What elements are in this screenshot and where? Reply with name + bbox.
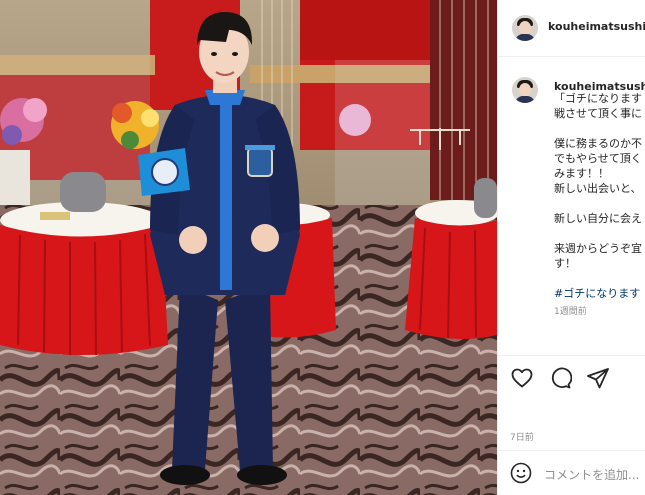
post-date: 7日前 bbox=[510, 433, 534, 443]
paper-plane-icon[interactable] bbox=[586, 366, 610, 390]
caption-line: 僕に務まるのか不 bbox=[554, 137, 642, 150]
action-bar bbox=[510, 366, 619, 392]
caption-line: でもやらせて頂く bbox=[554, 152, 642, 165]
post-photo-scene bbox=[0, 0, 497, 495]
caption-line: 「ゴチになります bbox=[554, 92, 642, 105]
caption-timestamp: 1週間前 bbox=[554, 307, 587, 317]
avatar[interactable] bbox=[512, 15, 538, 41]
caption-line: 来週からどうぞ宜 bbox=[554, 242, 642, 255]
comment-bubble-icon[interactable] bbox=[548, 366, 573, 390]
post-sidebar: kouheimatsushita kouheimatsushita 「ゴチになり… bbox=[497, 0, 645, 495]
smiley-emoji-icon[interactable] bbox=[510, 462, 532, 484]
header-username[interactable]: kouheimatsushita bbox=[548, 20, 645, 33]
comment-box: コメントを追加... bbox=[510, 462, 645, 486]
comment-input[interactable]: コメントを追加... bbox=[544, 466, 639, 483]
post-photo[interactable] bbox=[0, 0, 497, 495]
caption-line: みます！！ bbox=[554, 167, 609, 180]
heart-icon[interactable] bbox=[510, 366, 534, 390]
hashtag-link[interactable]: #ゴチになります bbox=[554, 286, 645, 301]
divider bbox=[498, 355, 645, 356]
post-header: kouheimatsushita bbox=[498, 0, 645, 57]
caption-line: 新しい出会いと、 bbox=[554, 182, 642, 195]
caption-avatar[interactable] bbox=[512, 77, 538, 103]
post-caption: 「ゴチになります 戦させて頂く事に 僕に務まるのか不 でもやらせて頂く みます！… bbox=[554, 91, 645, 301]
caption-line: 戦させて頂く事に bbox=[554, 107, 642, 120]
caption-line: 新しい自分に会え bbox=[554, 212, 642, 225]
caption-line: す！ bbox=[554, 257, 576, 270]
divider bbox=[498, 450, 645, 451]
